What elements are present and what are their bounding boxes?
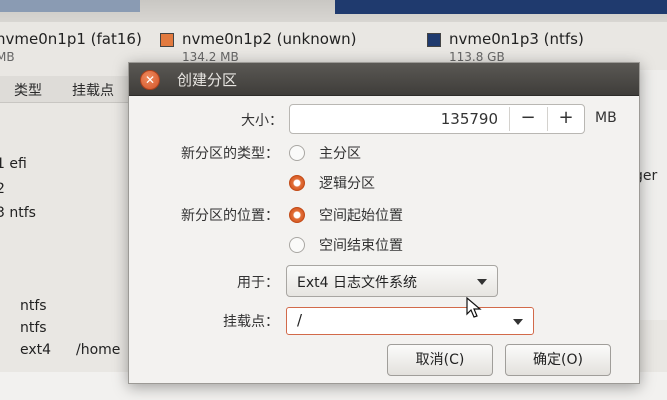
column-header-mount[interactable]: 挂载点 bbox=[72, 80, 114, 100]
legend-name: nvme0n1p1 (fat16) bbox=[0, 30, 142, 48]
radio-label[interactable]: 空间起始位置 bbox=[319, 205, 403, 225]
ok-button[interactable]: 确定(O) bbox=[505, 344, 611, 376]
radio-label[interactable]: 主分区 bbox=[319, 143, 361, 163]
size-unit: MB bbox=[595, 110, 617, 126]
legend-size: MB bbox=[0, 50, 15, 64]
radio-icon[interactable] bbox=[289, 237, 305, 253]
radio-label[interactable]: 空间结束位置 bbox=[319, 235, 403, 255]
background-panel bbox=[636, 70, 667, 320]
mount-point-input[interactable]: / bbox=[297, 311, 302, 329]
mount-cell: /home bbox=[76, 342, 121, 358]
filesystem-value: Ext4 日志文件系统 bbox=[297, 275, 417, 291]
radio-label[interactable]: 逻辑分区 bbox=[319, 173, 375, 193]
table-row[interactable]: ext4 bbox=[20, 342, 51, 358]
partition-bar-segment bbox=[335, 0, 667, 14]
dialog-title: 创建分区 bbox=[177, 71, 238, 89]
location-label: 新分区的位置： bbox=[181, 208, 279, 224]
radio-icon[interactable] bbox=[289, 145, 305, 161]
radio-icon[interactable] bbox=[289, 175, 305, 191]
radio-icon[interactable] bbox=[289, 207, 305, 223]
chevron-down-icon[interactable] bbox=[513, 319, 523, 325]
create-partition-dialog: ✕ 创建分区 大小： 135790 − + MB 新分区的类型： 主分区 逻辑分… bbox=[128, 62, 640, 384]
size-spinbox[interactable]: 135790 − + bbox=[289, 104, 585, 134]
partition-table-header: 类型 挂载点 bbox=[0, 76, 140, 103]
close-icon[interactable]: ✕ bbox=[140, 70, 160, 90]
mount-point-combo[interactable]: / bbox=[286, 307, 534, 335]
type-label: 新分区的类型： bbox=[181, 146, 279, 162]
column-header-type[interactable]: 类型 bbox=[14, 80, 42, 100]
increment-button[interactable]: + bbox=[547, 107, 584, 131]
size-input[interactable]: 135790 bbox=[441, 110, 498, 128]
table-row[interactable]: ntfs bbox=[20, 298, 47, 314]
cancel-button[interactable]: 取消(C) bbox=[387, 344, 493, 376]
mouse-cursor-icon bbox=[466, 297, 482, 318]
table-row[interactable]: 2 bbox=[0, 181, 5, 197]
table-row[interactable]: ntfs bbox=[20, 320, 47, 336]
table-row[interactable]: 3 ntfs bbox=[0, 205, 36, 221]
filesystem-dropdown[interactable]: Ext4 日志文件系统 bbox=[286, 265, 498, 297]
legend-swatch bbox=[427, 33, 441, 47]
legend-swatch bbox=[160, 33, 174, 47]
use-label: 用于： bbox=[237, 275, 279, 291]
partition-bar-segment bbox=[0, 0, 140, 12]
partition-bar bbox=[0, 0, 667, 22]
legend-name: nvme0n1p2 (unknown) bbox=[182, 30, 357, 48]
legend-name: nvme0n1p3 (ntfs) bbox=[449, 30, 584, 48]
size-label: 大小： bbox=[241, 113, 283, 129]
table-row[interactable]: 1 efi bbox=[0, 156, 27, 172]
decrement-button[interactable]: − bbox=[509, 107, 546, 131]
chevron-down-icon bbox=[477, 279, 487, 285]
dialog-titlebar: ✕ 创建分区 bbox=[129, 63, 639, 96]
mount-label: 挂载点： bbox=[223, 314, 279, 330]
